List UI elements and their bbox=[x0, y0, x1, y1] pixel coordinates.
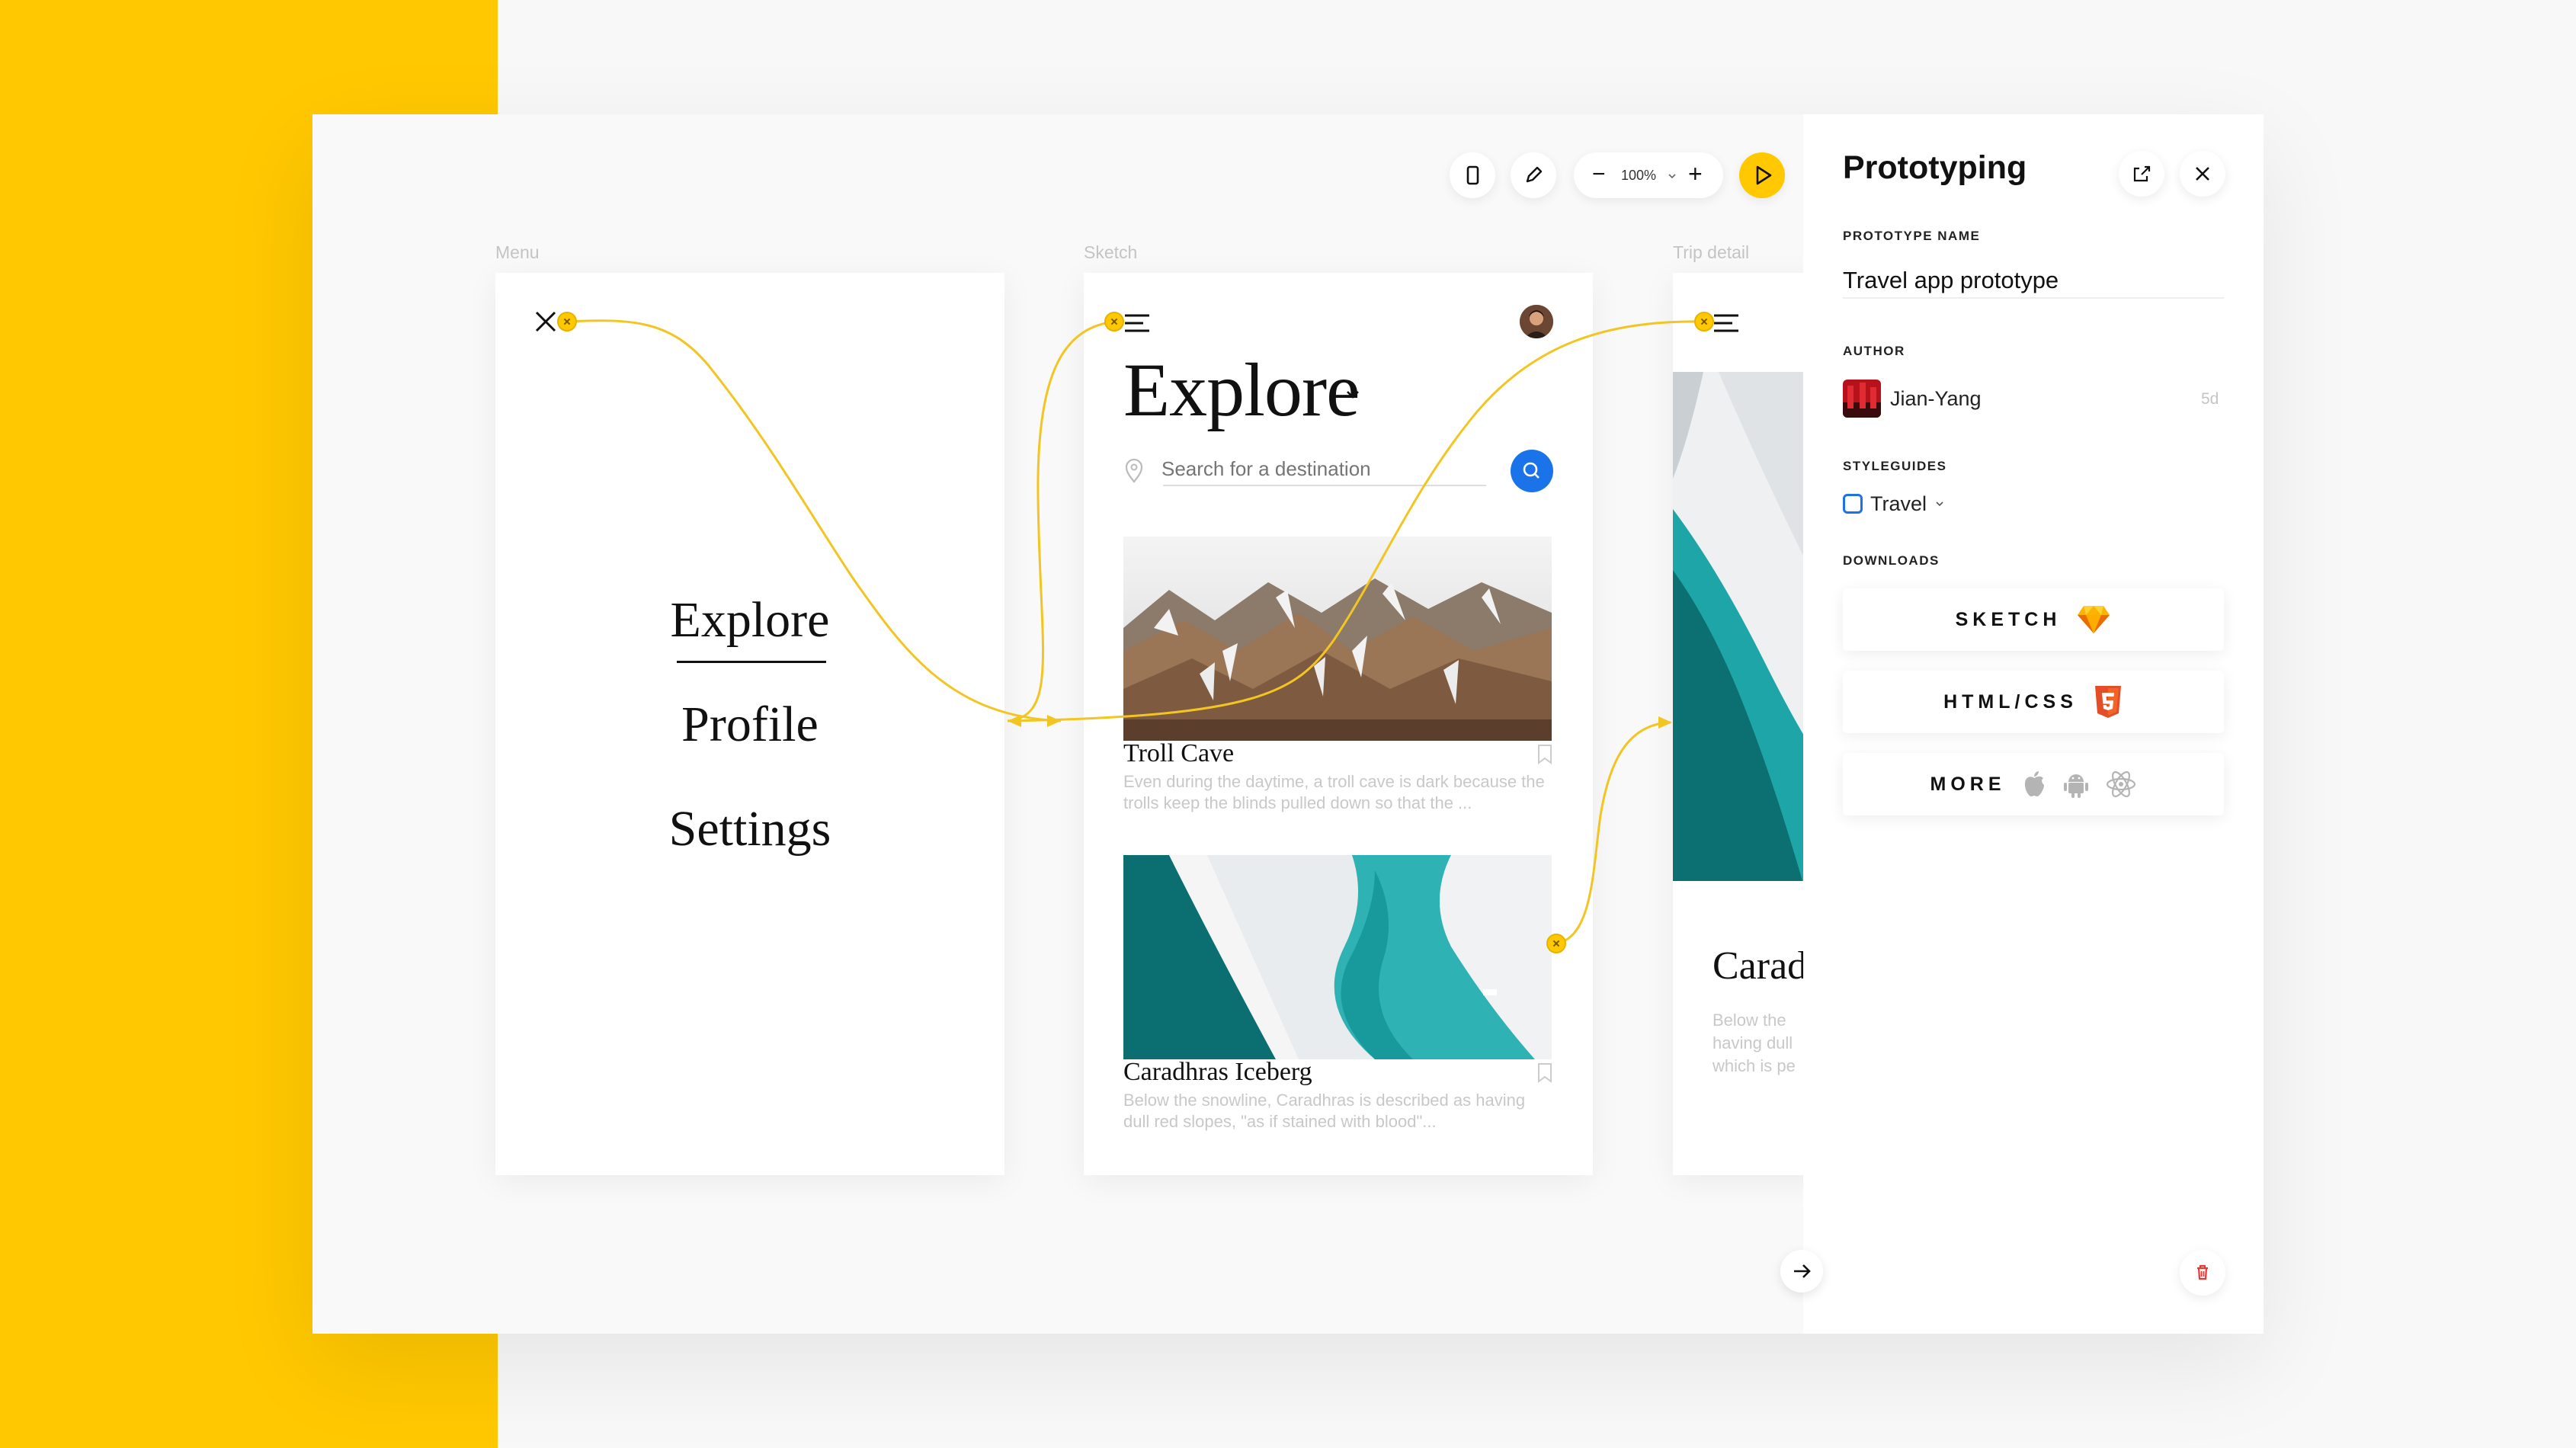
link-arrowhead bbox=[1008, 715, 1021, 727]
download-more-button[interactable]: MORE bbox=[1843, 753, 2224, 815]
link-line-trip-hamburger bbox=[1007, 320, 1705, 722]
downloads-label: DOWNLOADS bbox=[1843, 553, 1940, 568]
html5-icon bbox=[2094, 686, 2121, 718]
link-arrowhead bbox=[1658, 716, 1672, 729]
styleguides-label: STYLEGUIDES bbox=[1843, 459, 1947, 473]
collapse-panel-button[interactable] bbox=[1780, 1250, 1823, 1293]
prototyping-panel: Prototyping PROTOTYPE NAME AUTHOR Jian-Y… bbox=[1803, 114, 2264, 1334]
react-icon bbox=[2106, 770, 2135, 798]
prototype-name-field[interactable] bbox=[1843, 264, 2224, 299]
apple-icon bbox=[2024, 771, 2044, 796]
sketch-diamond-icon bbox=[2078, 606, 2110, 633]
download-html-css-button[interactable]: HTML/CSS bbox=[1843, 671, 2224, 733]
link-hotspot-iceberg-card[interactable] bbox=[1546, 934, 1566, 953]
trash-icon bbox=[2197, 1264, 2208, 1280]
link-hotspot-menu-close[interactable] bbox=[557, 312, 577, 332]
delete-prototype-button[interactable] bbox=[2180, 1250, 2225, 1296]
download-html-label: HTML/CSS bbox=[1943, 690, 2078, 713]
download-more-label: MORE bbox=[1930, 773, 2006, 795]
prototype-links-overlay bbox=[566, 319, 1705, 945]
close-panel-button[interactable] bbox=[2180, 151, 2225, 197]
author-avatar bbox=[1843, 380, 1881, 418]
author-name[interactable]: Jian-Yang bbox=[1890, 387, 1982, 411]
author-timestamp: 5d bbox=[2201, 390, 2219, 408]
design-canvas: − 100% + Menu Sketch Trip detail Explore… bbox=[312, 114, 2182, 1334]
panel-title: Prototyping bbox=[1843, 149, 2027, 186]
prototyping-window: − 100% + Menu Sketch Trip detail Explore… bbox=[312, 114, 2264, 1334]
android-icon bbox=[2063, 774, 2088, 798]
download-sketch-button[interactable]: SKETCH bbox=[1843, 588, 2224, 651]
author-avatar-photo bbox=[1843, 380, 1881, 418]
external-link-icon bbox=[2133, 165, 2151, 182]
close-icon bbox=[2196, 167, 2209, 181]
author-label: AUTHOR bbox=[1843, 344, 1905, 358]
arrow-right-icon bbox=[1794, 1264, 1811, 1278]
link-arrowhead bbox=[1047, 715, 1061, 727]
link-hotspot-trip-menu[interactable] bbox=[1694, 312, 1714, 332]
link-hotspot-sketch-menu[interactable] bbox=[1104, 312, 1124, 332]
link-line-iceberg-card bbox=[1556, 721, 1671, 945]
styleguide-swatch bbox=[1843, 494, 1863, 514]
open-external-button[interactable] bbox=[2119, 151, 2164, 197]
download-sketch-label: SKETCH bbox=[1955, 608, 2062, 630]
styleguide-selector[interactable]: Travel bbox=[1870, 492, 1927, 516]
prototype-name-label: PROTOTYPE NAME bbox=[1843, 229, 1981, 243]
link-line-menu-close bbox=[566, 319, 1062, 722]
chevron-down-icon[interactable] bbox=[1934, 498, 1945, 509]
link-line-sketch-hamburger bbox=[1007, 320, 1115, 722]
